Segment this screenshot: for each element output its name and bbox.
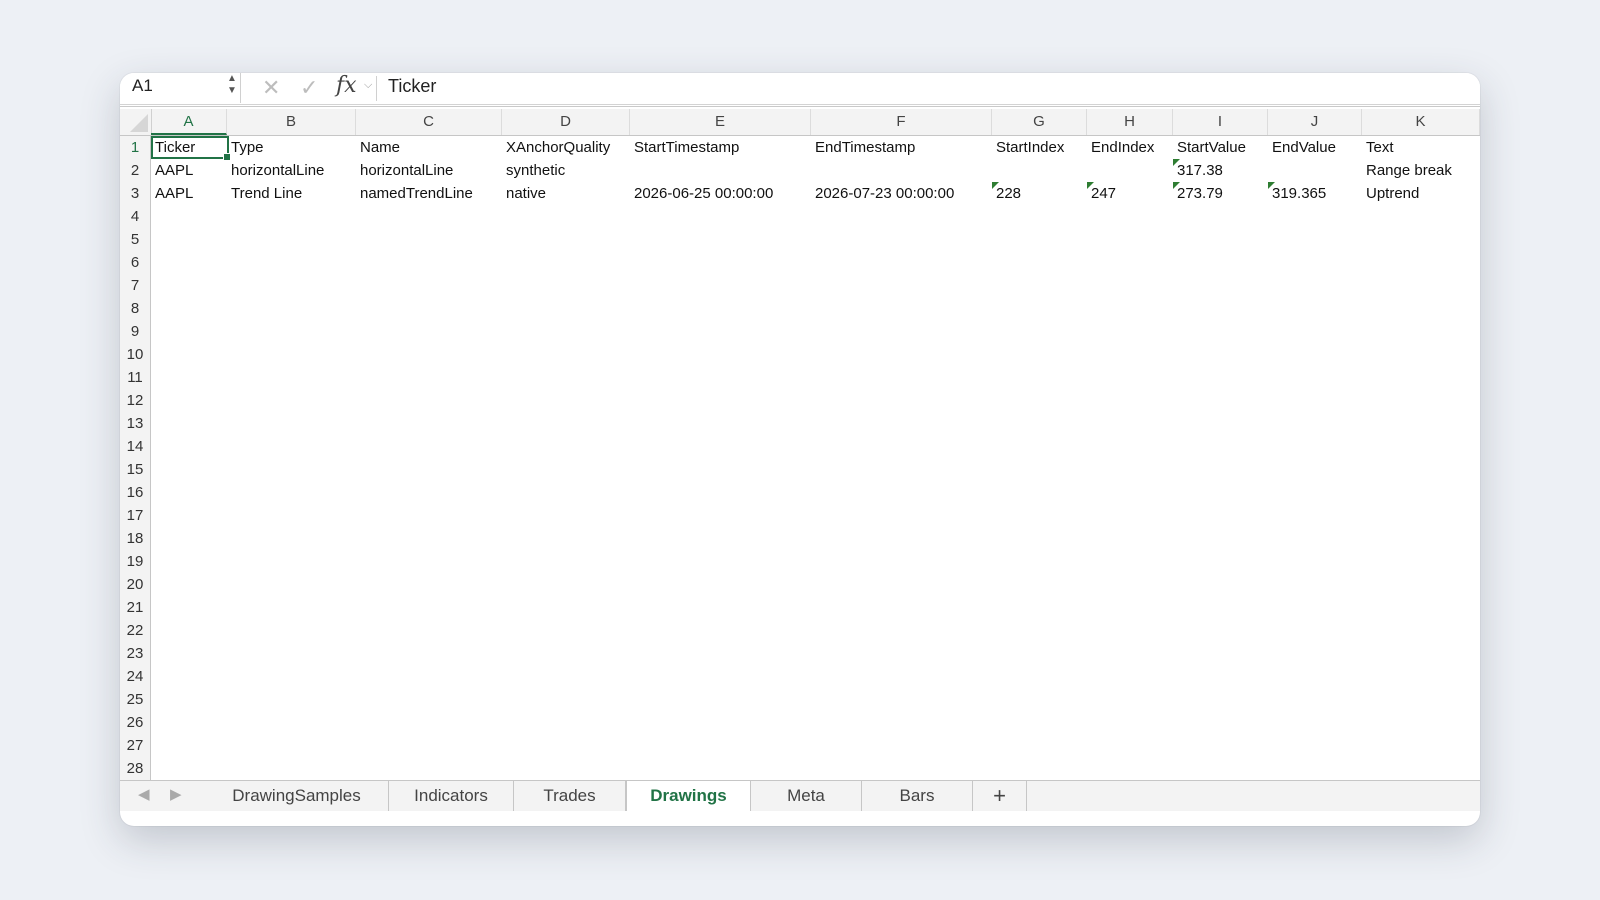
- row-header-26[interactable]: 26: [120, 711, 151, 734]
- cell-a1[interactable]: Ticker: [151, 136, 227, 159]
- row-header-15[interactable]: 15: [120, 458, 151, 481]
- row-header-12[interactable]: 12: [120, 389, 151, 412]
- cell-h3[interactable]: 247: [1087, 182, 1173, 205]
- row-header-10[interactable]: 10: [120, 343, 151, 366]
- row-header-28[interactable]: 28: [120, 757, 151, 780]
- sheet-tab-bars[interactable]: Bars: [862, 781, 973, 811]
- column-header-f[interactable]: F: [811, 109, 992, 135]
- cell-g1[interactable]: StartIndex: [992, 136, 1087, 159]
- row-header-4[interactable]: 4: [120, 205, 151, 228]
- row-header-18[interactable]: 18: [120, 527, 151, 550]
- confirm-icon[interactable]: ✓: [300, 75, 318, 101]
- row-header-23[interactable]: 23: [120, 642, 151, 665]
- cell-f3[interactable]: 2026-07-23 00:00:00: [811, 182, 992, 205]
- cell-i2[interactable]: 317.38: [1173, 159, 1268, 182]
- row-header-14[interactable]: 14: [120, 435, 151, 458]
- row-header-13[interactable]: 13: [120, 412, 151, 435]
- cell-c3[interactable]: namedTrendLine: [356, 182, 502, 205]
- divider: [120, 106, 1480, 107]
- cell-d1[interactable]: XAnchorQuality: [502, 136, 630, 159]
- column-headers: ABCDEFGHIJK: [120, 109, 1480, 136]
- row-header-22[interactable]: 22: [120, 619, 151, 642]
- row-header-20[interactable]: 20: [120, 573, 151, 596]
- sheet-tab-bar: ◀ ▶ DrawingSamples Indicators Trades Drawin…: [120, 780, 1480, 811]
- cell-c1[interactable]: Name: [356, 136, 502, 159]
- cell-h1[interactable]: EndIndex: [1087, 136, 1173, 159]
- cell-i1[interactable]: StartValue: [1173, 136, 1268, 159]
- formula-divider: [376, 76, 377, 101]
- column-header-d[interactable]: D: [502, 109, 630, 135]
- cell-j1[interactable]: EndValue: [1268, 136, 1362, 159]
- sheet-tab-meta[interactable]: Meta: [751, 781, 862, 811]
- column-header-e[interactable]: E: [630, 109, 811, 135]
- column-header-h[interactable]: H: [1087, 109, 1173, 135]
- cell-j3[interactable]: 319.365: [1268, 182, 1362, 205]
- fx-icon[interactable]: fx: [336, 73, 357, 98]
- cell-g3[interactable]: 228: [992, 182, 1087, 205]
- row-header-9[interactable]: 9: [120, 320, 151, 343]
- select-all-button[interactable]: [120, 109, 152, 135]
- tab-scroll-left-icon[interactable]: ◀: [138, 785, 150, 803]
- cell-a3[interactable]: AAPL: [151, 182, 227, 205]
- formula-bar: A1 ▲ ▼ ✕ ✓ fx ⌵ Ticker: [120, 73, 1480, 105]
- cell-i3[interactable]: 273.79: [1173, 182, 1268, 205]
- cell-c2[interactable]: horizontalLine: [356, 159, 502, 182]
- row-header-17[interactable]: 17: [120, 504, 151, 527]
- cell-grid[interactable]: 1 2 3 4 5 6 7 8 9 10 11 12 13 14 15 16 17 18 19 20 21 22 23 24 2…: [120, 136, 1480, 780]
- column-header-a[interactable]: A: [151, 109, 227, 135]
- row-header-1[interactable]: 1: [120, 136, 151, 159]
- cell-b3[interactable]: Trend Line: [227, 182, 356, 205]
- column-header-k[interactable]: K: [1362, 109, 1480, 135]
- row-header-2[interactable]: 2: [120, 159, 151, 182]
- row-header-27[interactable]: 27: [120, 734, 151, 757]
- chevron-down-icon[interactable]: ⌵: [364, 79, 372, 92]
- row-header-16[interactable]: 16: [120, 481, 151, 504]
- column-header-c[interactable]: C: [356, 109, 502, 135]
- row-header-21[interactable]: 21: [120, 596, 151, 619]
- cell-a2[interactable]: AAPL: [151, 159, 227, 182]
- row-header-7[interactable]: 7: [120, 274, 151, 297]
- column-header-j[interactable]: J: [1268, 109, 1362, 135]
- sheet-tab-indicators[interactable]: Indicators: [389, 781, 514, 811]
- cell-k3[interactable]: Uptrend: [1362, 182, 1480, 205]
- cell-k2[interactable]: Range break: [1362, 159, 1480, 182]
- row-header-6[interactable]: 6: [120, 251, 151, 274]
- select-all-icon: [130, 114, 148, 132]
- name-box-value[interactable]: A1: [132, 76, 153, 96]
- cell-d2[interactable]: synthetic: [502, 159, 630, 182]
- cell-d3[interactable]: native: [502, 182, 630, 205]
- column-header-i[interactable]: I: [1173, 109, 1268, 135]
- sheet-tab-drawings[interactable]: Drawings: [626, 781, 751, 811]
- cell-k1[interactable]: Text: [1362, 136, 1480, 159]
- row-header-5[interactable]: 5: [120, 228, 151, 251]
- name-box[interactable]: A1 ▲ ▼: [120, 73, 241, 103]
- name-box-stepper-icon[interactable]: ▲ ▼: [224, 73, 240, 103]
- cell-e3[interactable]: 2026-06-25 00:00:00: [630, 182, 811, 205]
- row-header-19[interactable]: 19: [120, 550, 151, 573]
- column-header-g[interactable]: G: [992, 109, 1087, 135]
- cell-f1[interactable]: EndTimestamp: [811, 136, 992, 159]
- sheet-tab-trades[interactable]: Trades: [514, 781, 626, 811]
- row-header-11[interactable]: 11: [120, 366, 151, 389]
- spreadsheet-window: A1 ▲ ▼ ✕ ✓ fx ⌵ Ticker ABCDEFGHIJK 123456…: [120, 73, 1480, 826]
- row-header-25[interactable]: 25: [120, 688, 151, 711]
- row-header-3[interactable]: 3: [120, 182, 151, 205]
- add-sheet-button[interactable]: +: [973, 781, 1027, 811]
- formula-input[interactable]: Ticker: [388, 76, 436, 97]
- cell-b2[interactable]: horizontalLine: [227, 159, 356, 182]
- row-header-24[interactable]: 24: [120, 665, 151, 688]
- cell-b1[interactable]: Type: [227, 136, 356, 159]
- cancel-icon[interactable]: ✕: [262, 75, 280, 101]
- tab-scroll-right-icon[interactable]: ▶: [170, 785, 182, 803]
- row-header-8[interactable]: 8: [120, 297, 151, 320]
- column-header-b[interactable]: B: [227, 109, 356, 135]
- sheet-tab-drawingsamples[interactable]: DrawingSamples: [205, 781, 389, 811]
- cell-e1[interactable]: StartTimestamp: [630, 136, 811, 159]
